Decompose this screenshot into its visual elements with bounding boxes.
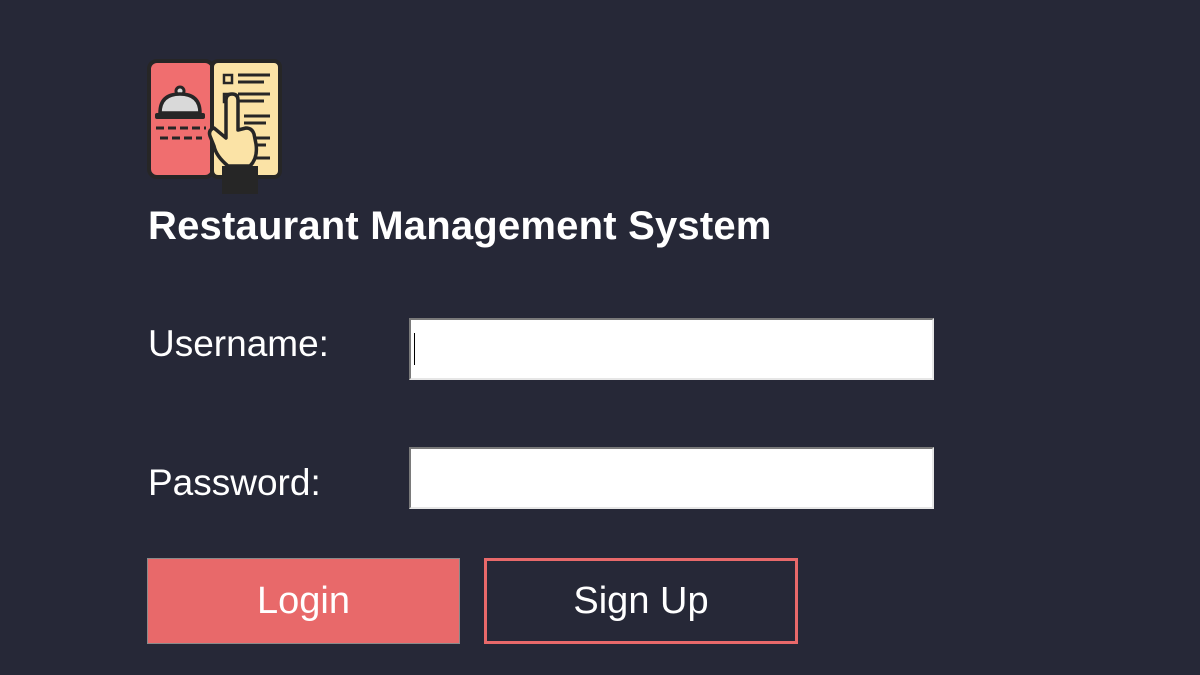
sign-up-button[interactable]: Sign Up (484, 558, 798, 644)
username-input[interactable] (409, 318, 934, 380)
text-caret (414, 333, 415, 365)
page-title: Restaurant Management System (148, 204, 772, 248)
restaurant-menu-icon (146, 58, 284, 196)
login-window: Restaurant Management System Username: P… (0, 0, 1200, 675)
username-label: Username: (148, 323, 329, 364)
login-button[interactable]: Login (147, 558, 460, 644)
password-input[interactable] (409, 447, 934, 509)
password-label: Password: (148, 462, 321, 503)
